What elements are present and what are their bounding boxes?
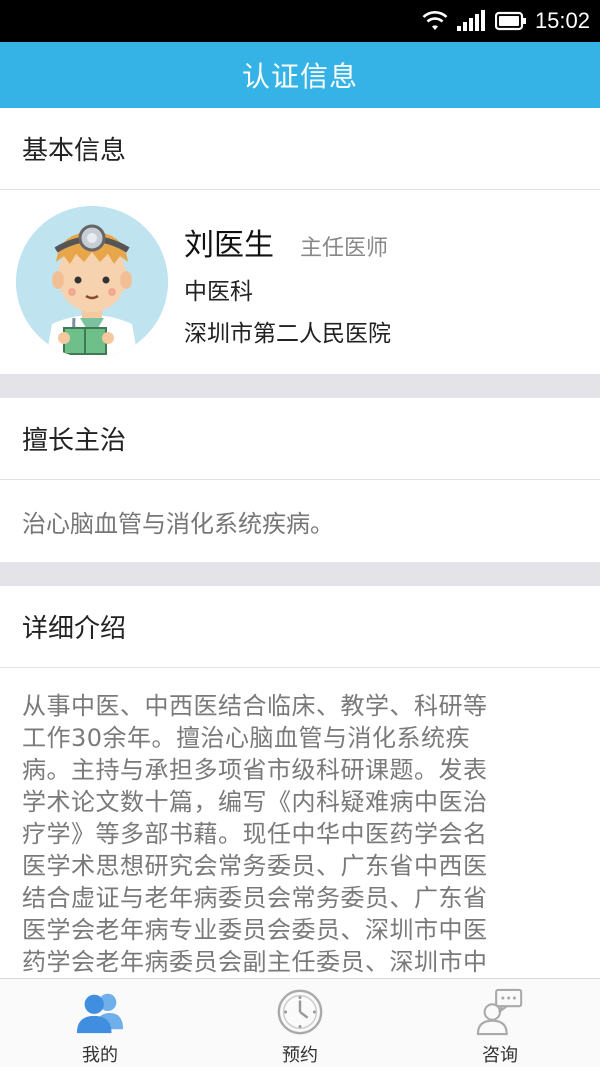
- tab-appointment[interactable]: 预约: [200, 979, 400, 1067]
- tab-label: 我的: [82, 1045, 118, 1066]
- doctor-title: 主任医师: [300, 236, 389, 261]
- detail-line: 医学会老年病专业委员会委员、深圳市中医: [22, 916, 488, 944]
- detail-line: 药学会老年病委员会副主任委员、深圳市中: [22, 948, 488, 976]
- status-bar: 15:02: [0, 0, 600, 42]
- wifi-icon: [422, 11, 448, 30]
- detail-text: 从事中医、中西医结合临床、教学、科研等 工作30余年。擅治心脑血管与消化系统疾 …: [0, 668, 600, 978]
- basic-info-heading: 基本信息: [0, 108, 600, 190]
- detail-line: 结合虚证与老年病委员会常务委员、广东省: [22, 884, 488, 912]
- detail-line: 病。主持与承担多项省市级科研课题。发表: [22, 756, 488, 784]
- status-time: 15:02: [534, 8, 590, 33]
- detail-heading: 详细介绍: [0, 586, 600, 668]
- specialty-text: 治心脑血管与消化系统疾病。: [0, 480, 600, 562]
- specialty-heading: 擅长主治: [0, 398, 600, 480]
- clock-icon: [277, 989, 323, 1035]
- battery-icon: [494, 11, 526, 31]
- detail-line: 学术论文数十篇，编写《内科疑难病中医治: [22, 788, 488, 816]
- tab-consult[interactable]: 咨询: [400, 979, 600, 1067]
- detail-line: 从事中医、中西医结合临床、教学、科研等: [22, 692, 488, 720]
- doctor-profile: 刘医生 主任医师 中医科 深圳市第二人民医院: [0, 190, 600, 374]
- main-content[interactable]: 基本信息 刘医生 主任医师 中医科 深圳市第二人民医院 擅长主治 治心脑血管与消…: [0, 108, 600, 978]
- doctor-name: 刘医生: [184, 228, 274, 263]
- detail-line: 医学术思想研究会常务委员、广东省中西医: [22, 852, 488, 880]
- section-divider: [0, 374, 600, 398]
- section-divider: [0, 562, 600, 586]
- tab-label: 预约: [282, 1045, 318, 1066]
- doctor-hospital: 深圳市第二人民医院: [184, 321, 391, 347]
- tab-mine[interactable]: 我的: [0, 979, 200, 1067]
- detail-line: 工作30余年。擅治心脑血管与消化系统疾: [22, 724, 471, 752]
- page-title: 认证信息: [241, 60, 358, 93]
- app-header: 认证信息: [0, 42, 600, 108]
- name-row: 刘医生 主任医师: [184, 220, 388, 264]
- doctor-avatar: [16, 206, 168, 358]
- status-icons: 15:02: [421, 6, 590, 36]
- doctor-avatar-illustration: [16, 206, 168, 358]
- signal-icon: [456, 10, 485, 31]
- bottom-tab-bar: 我的 预约 咨询: [0, 978, 600, 1067]
- consult-icon: [476, 988, 523, 1036]
- tab-label: 咨询: [482, 1045, 518, 1066]
- users-icon: [76, 993, 124, 1034]
- doctor-department: 中医科: [184, 279, 253, 305]
- detail-line: 疗学》等多部书藉。现任中华中医药学会名: [22, 820, 488, 848]
